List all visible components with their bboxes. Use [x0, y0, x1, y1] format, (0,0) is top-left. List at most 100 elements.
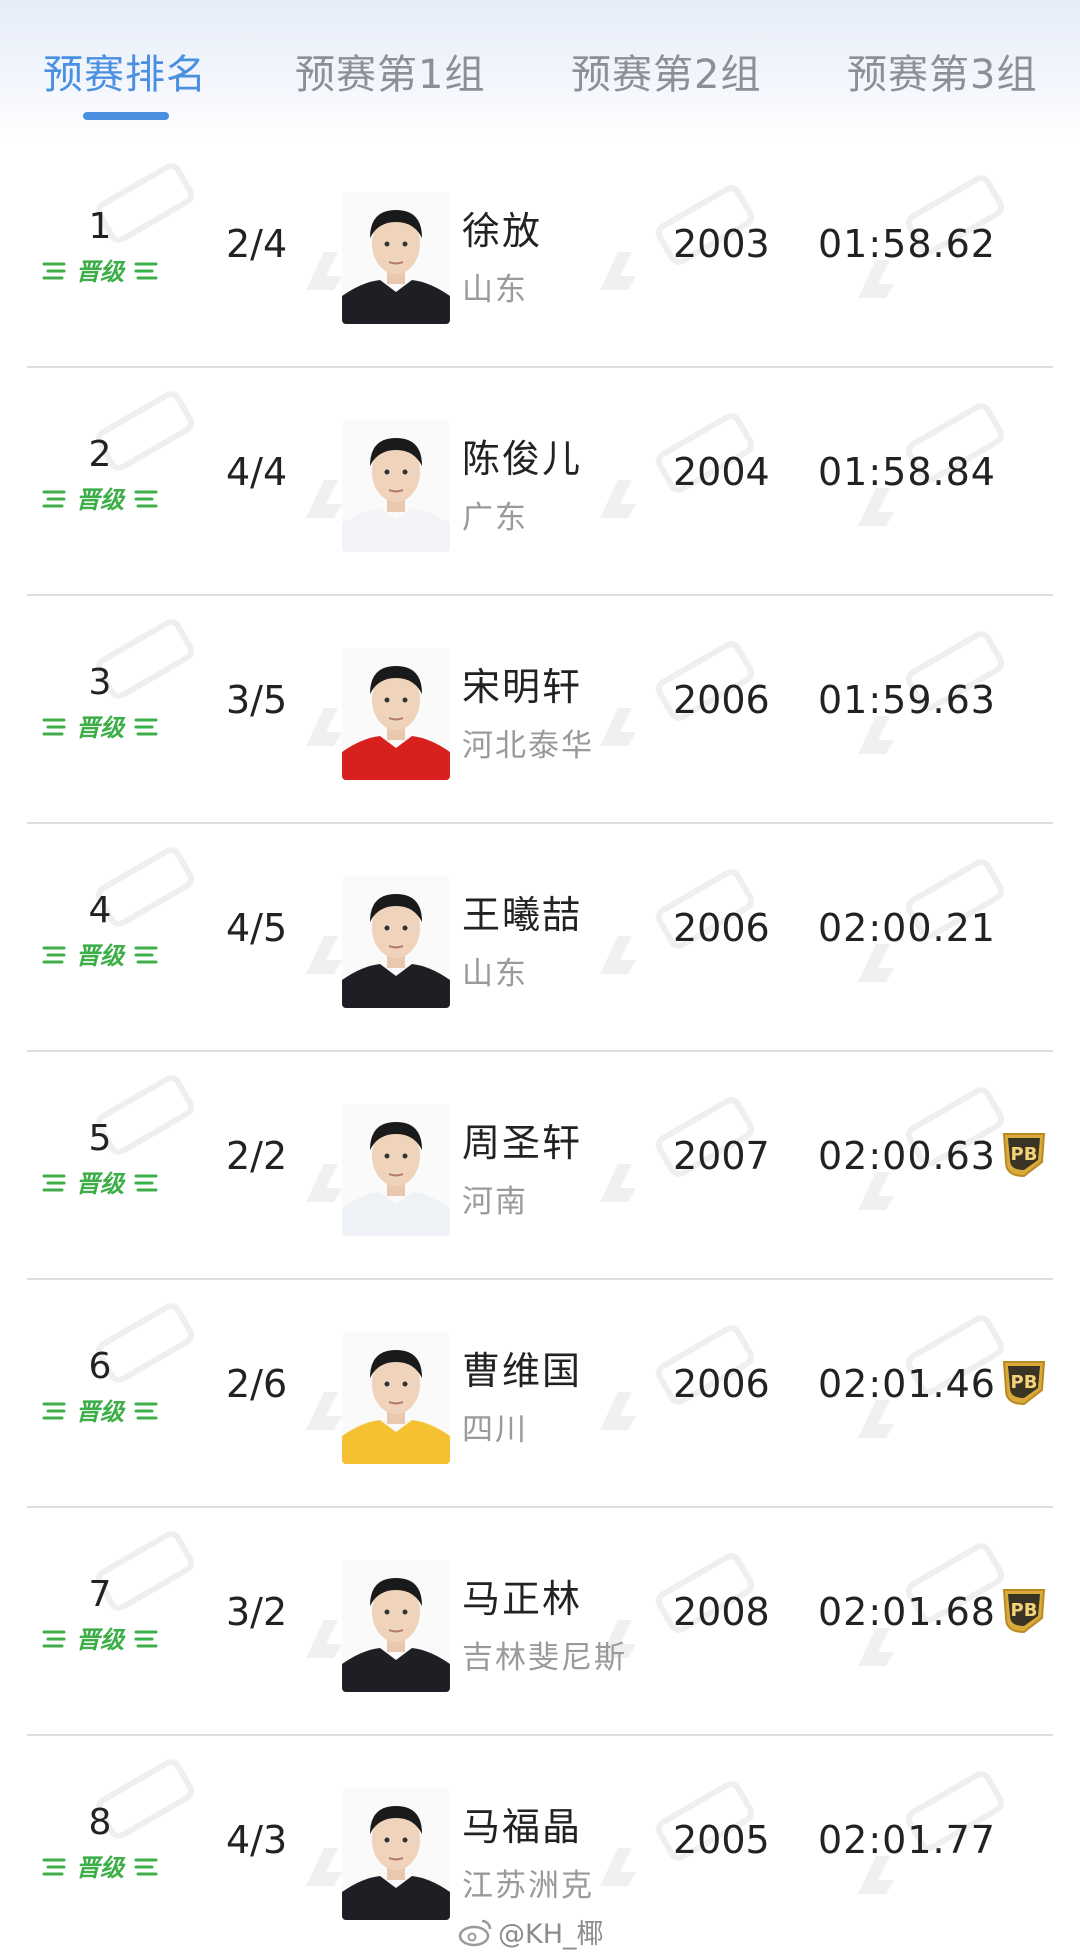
birth-year: 2003 [673, 222, 770, 266]
rank: 4 [88, 890, 112, 931]
result-time: 02:01.77 [818, 1818, 996, 1862]
athlete-photo [342, 1104, 450, 1236]
results-list: 1 晋级 2/4 徐放 山东 2003 01:58.62 2 晋级 4/4 陈俊… [0, 140, 1080, 1957]
result-row[interactable]: 1 晋级 2/4 徐放 山东 2003 01:58.62 [0, 140, 1080, 368]
result-row[interactable]: 3 晋级 3/5 宋明轩 河北泰华 2006 01:59.63 [0, 596, 1080, 824]
watermark-logo-icon [600, 936, 636, 974]
watermark-logo-icon [600, 252, 636, 290]
active-tab-indicator [83, 112, 169, 120]
athlete-team: 四川 [462, 1412, 528, 1448]
watermark-logo-icon [600, 480, 636, 518]
tab-heat-1[interactable]: 预赛第1组 [295, 42, 485, 100]
watermark-logo-icon [600, 1848, 636, 1886]
watermark-logo-icon [600, 1392, 636, 1430]
credit-watermark: @KH_椰 [458, 1912, 604, 1954]
result-time: 01:59.63 [818, 678, 996, 722]
heat-lane: 4/3 [226, 1818, 288, 1862]
athlete-team: 江苏洲克 [462, 1868, 594, 1904]
personal-best-icon: PB [996, 1584, 1052, 1634]
result-row[interactable]: 2 晋级 4/4 陈俊儿 广东 2004 01:58.84 [0, 368, 1080, 596]
heat-lane: 2/4 [226, 222, 288, 266]
athlete-team: 河北泰华 [462, 728, 594, 764]
athlete-name: 周圣轩 [462, 1121, 583, 1165]
result-row[interactable]: 5 晋级 2/2 周圣轩 河南 2007 02:00.63 PB [0, 1052, 1080, 1280]
athlete-team: 吉林斐尼斯 [462, 1640, 627, 1676]
weibo-icon [458, 1917, 494, 1954]
athlete-photo [342, 648, 450, 780]
result-time: 02:00.63 [818, 1134, 996, 1178]
watermark-logo-icon [600, 708, 636, 746]
athlete-team: 山东 [462, 272, 528, 308]
svg-text:晋级: 晋级 [76, 1398, 126, 1426]
heat-lane: 2/6 [226, 1362, 288, 1406]
result-row[interactable]: 4 晋级 4/5 王曦喆 山东 2006 02:00.21 [0, 824, 1080, 1052]
qualified-badge-icon: 晋级 [40, 480, 160, 516]
rank: 7 [88, 1574, 112, 1615]
birth-year: 2006 [673, 906, 770, 950]
svg-text:晋级: 晋级 [76, 714, 126, 742]
athlete-team: 山东 [462, 956, 528, 992]
birth-year: 2007 [673, 1134, 770, 1178]
heat-lane: 3/2 [226, 1590, 288, 1634]
qualified-badge-icon: 晋级 [40, 708, 160, 744]
birth-year: 2006 [673, 1362, 770, 1406]
result-time: 02:00.21 [818, 906, 996, 950]
personal-best-icon: PB [996, 1356, 1052, 1406]
tab-heat-2[interactable]: 预赛第2组 [571, 42, 761, 100]
svg-text:晋级: 晋级 [76, 258, 126, 286]
birth-year: 2006 [673, 678, 770, 722]
athlete-photo [342, 1788, 450, 1920]
watermark-logo-icon [600, 1164, 636, 1202]
heat-lane: 4/4 [226, 450, 288, 494]
athlete-name: 王曦喆 [462, 893, 583, 937]
athlete-photo [342, 192, 450, 324]
result-time: 02:01.46 [818, 1362, 996, 1406]
athlete-photo [342, 420, 450, 552]
result-row[interactable]: 6 晋级 2/6 曹维国 四川 2006 02:01.46 PB [0, 1280, 1080, 1508]
result-row[interactable]: 7 晋级 3/2 马正林 吉林斐尼斯 2008 02:01.68 PB [0, 1508, 1080, 1736]
qualified-badge-icon: 晋级 [40, 1620, 160, 1656]
athlete-name: 陈俊儿 [462, 437, 583, 481]
svg-text:PB: PB [1011, 1600, 1038, 1621]
athlete-photo [342, 1560, 450, 1692]
rank: 2 [88, 434, 112, 475]
result-time: 02:01.68 [818, 1590, 996, 1634]
personal-best-icon: PB [996, 1128, 1052, 1178]
rank: 5 [88, 1118, 112, 1159]
qualified-badge-icon: 晋级 [40, 1848, 160, 1884]
tab-bar: 预赛排名 预赛第1组 预赛第2组 预赛第3组 [0, 0, 1080, 140]
heat-lane: 4/5 [226, 906, 288, 950]
athlete-photo [342, 1332, 450, 1464]
tab-heats-ranking[interactable]: 预赛排名 [43, 42, 207, 100]
rank: 1 [88, 206, 112, 247]
athlete-team: 广东 [462, 500, 528, 536]
rank: 3 [88, 662, 112, 703]
athlete-team: 河南 [462, 1184, 528, 1220]
result-time: 01:58.62 [818, 222, 996, 266]
birth-year: 2005 [673, 1818, 770, 1862]
svg-text:PB: PB [1011, 1372, 1038, 1393]
athlete-photo [342, 876, 450, 1008]
athlete-name: 徐放 [462, 209, 543, 253]
qualified-badge-icon: 晋级 [40, 1392, 160, 1428]
qualified-badge-icon: 晋级 [40, 936, 160, 972]
qualified-badge-icon: 晋级 [40, 1164, 160, 1200]
svg-text:晋级: 晋级 [76, 486, 126, 514]
athlete-name: 曹维国 [462, 1349, 583, 1393]
athlete-name: 宋明轩 [462, 665, 583, 709]
tab-heat-3[interactable]: 预赛第3组 [847, 42, 1037, 100]
result-time: 01:58.84 [818, 450, 996, 494]
qualified-badge-icon: 晋级 [40, 252, 160, 288]
svg-text:晋级: 晋级 [76, 1170, 126, 1198]
credit-text: @KH_椰 [498, 1919, 604, 1950]
heat-lane: 3/5 [226, 678, 288, 722]
svg-text:晋级: 晋级 [76, 1626, 126, 1654]
svg-text:晋级: 晋级 [76, 1854, 126, 1882]
rank: 6 [88, 1346, 112, 1387]
svg-text:PB: PB [1011, 1144, 1038, 1165]
birth-year: 2004 [673, 450, 770, 494]
athlete-name: 马正林 [462, 1577, 583, 1621]
heat-lane: 2/2 [226, 1134, 288, 1178]
svg-text:晋级: 晋级 [76, 942, 126, 970]
athlete-name: 马福晶 [462, 1805, 583, 1849]
